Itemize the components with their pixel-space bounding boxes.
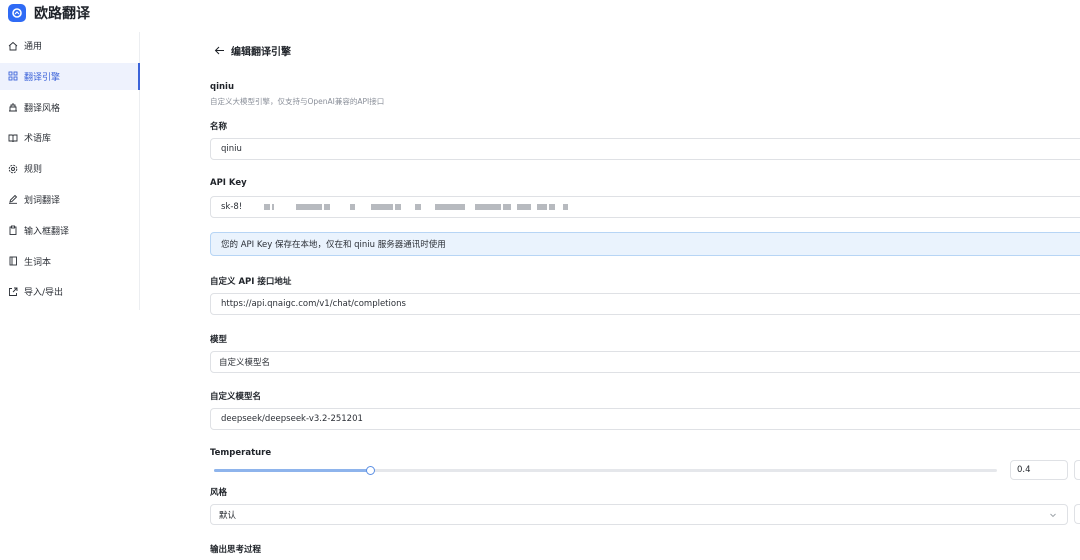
model-label: 模型 bbox=[210, 335, 228, 345]
sidebar-item-label: 划词翻译 bbox=[24, 195, 61, 206]
temperature-input[interactable]: 0.4 bbox=[1010, 460, 1068, 480]
chevron-down-icon bbox=[1050, 513, 1056, 518]
sidebar-item-label: 术语库 bbox=[24, 134, 52, 145]
sidebar-item-label: 翻译风格 bbox=[24, 103, 61, 114]
style-label: 风格 bbox=[210, 488, 228, 498]
sidebar-item-label: 翻译引擎 bbox=[24, 72, 61, 83]
sidebar-item-label: 输入框翻译 bbox=[24, 226, 70, 237]
temperature-label: Temperature bbox=[210, 448, 272, 458]
style-icon bbox=[8, 102, 18, 112]
thinking-label: 输出思考过程 bbox=[210, 545, 262, 555]
engine-description: 自定义大模型引擎，仅支持与OpenAI兼容的API接口 bbox=[210, 97, 385, 106]
api-key-prefix: sk-8! bbox=[221, 202, 243, 212]
endpoint-input[interactable]: https://api.qnaigc.com/v1/chat/completio… bbox=[210, 293, 1080, 315]
page-title: 编辑翻译引擎 bbox=[231, 47, 291, 58]
sidebar-item-label: 导入/导出 bbox=[24, 288, 64, 299]
sidebar-item-import-export[interactable]: 导入/导出 bbox=[0, 278, 139, 305]
endpoint-value: https://api.qnaigc.com/v1/chat/completio… bbox=[221, 299, 406, 309]
back-button[interactable]: 编辑翻译引擎 bbox=[214, 43, 291, 58]
sidebar-item-general[interactable]: 通用 bbox=[0, 32, 139, 59]
arrow-left-icon bbox=[214, 46, 224, 55]
temperature-value: 0.4 bbox=[1017, 465, 1031, 475]
endpoint-label: 自定义 API 接口地址 bbox=[210, 277, 292, 287]
sidebar-item-selection-translate[interactable]: 划词翻译 bbox=[0, 186, 139, 213]
clipboard-icon bbox=[8, 225, 18, 236]
api-key-label: API Key bbox=[210, 178, 247, 188]
grid-icon bbox=[8, 71, 18, 81]
sidebar-item-glossary[interactable]: 术语库 bbox=[0, 124, 139, 151]
api-key-input[interactable]: sk-8! bbox=[210, 196, 1080, 218]
book-icon bbox=[8, 133, 18, 143]
temperature-stepper[interactable] bbox=[1074, 460, 1080, 480]
app-logo-icon bbox=[8, 4, 26, 22]
sidebar-item-translation-engine[interactable]: 翻译引擎 bbox=[0, 62, 140, 90]
sidebar-item-translation-style[interactable]: 翻译风格 bbox=[0, 94, 139, 121]
temperature-slider-thumb[interactable] bbox=[366, 466, 376, 475]
custom-model-label: 自定义模型名 bbox=[210, 392, 262, 402]
api-key-notice-text: 您的 API Key 保存在本地，仅在和 qiniu 服务器通讯时使用 bbox=[221, 240, 446, 250]
sidebar-item-label: 通用 bbox=[24, 42, 43, 52]
style-select[interactable]: 默认 bbox=[210, 504, 1068, 525]
pen-icon bbox=[8, 194, 18, 205]
notebook-icon bbox=[8, 256, 18, 266]
model-select[interactable]: 自定义模型名 bbox=[210, 351, 1080, 373]
temperature-slider-fill bbox=[214, 469, 371, 472]
temperature-slider[interactable] bbox=[214, 466, 997, 475]
sidebar-item-input-translate[interactable]: 输入框翻译 bbox=[0, 217, 139, 244]
sidebar-item-label: 规则 bbox=[24, 165, 43, 176]
name-input[interactable]: qiniu bbox=[210, 138, 1080, 160]
sidebar-item-label: 生词本 bbox=[24, 257, 52, 268]
custom-model-input[interactable]: deepseek/deepseek-v3.2-251201 bbox=[210, 408, 1080, 430]
sidebar: 通用 翻译引擎 翻译风格 术语库 规则 划词翻译 输入框翻译 生词本 导入/导出 bbox=[0, 32, 140, 310]
custom-model-value: deepseek/deepseek-v3.2-251201 bbox=[221, 414, 363, 424]
style-side-button[interactable] bbox=[1074, 504, 1080, 524]
masked-api-key bbox=[264, 204, 570, 210]
api-key-notice: 您的 API Key 保存在本地，仅在和 qiniu 服务器通讯时使用 bbox=[210, 232, 1080, 256]
sidebar-item-rules[interactable]: 规则 bbox=[0, 155, 139, 182]
sidebar-item-vocabulary[interactable]: 生词本 bbox=[0, 248, 139, 275]
main-content: 编辑翻译引擎 qiniu 自定义大模型引擎，仅支持与OpenAI兼容的API接口… bbox=[210, 0, 1080, 560]
style-value: 默认 bbox=[219, 510, 237, 521]
export-icon bbox=[8, 287, 18, 297]
name-value: qiniu bbox=[221, 144, 242, 154]
app-title: 欧路翻译 bbox=[34, 6, 90, 22]
gear-icon bbox=[8, 164, 18, 174]
name-label: 名称 bbox=[210, 122, 228, 132]
model-value: 自定义模型名 bbox=[219, 358, 271, 368]
home-icon bbox=[8, 41, 18, 51]
engine-name: qiniu bbox=[210, 82, 235, 92]
